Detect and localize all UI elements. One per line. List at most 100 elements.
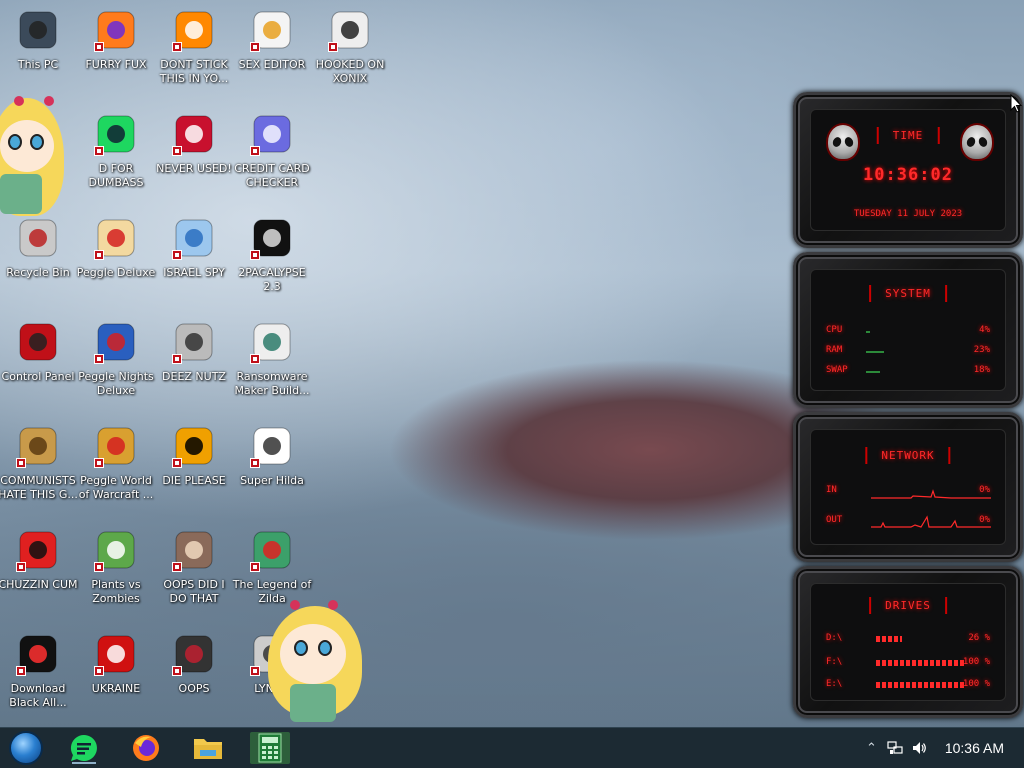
desktop-icon-hooked-on-xonix[interactable]: HOOKED ON XONIX <box>312 6 388 86</box>
desktop-icon-label: ISRAEL SPY <box>163 266 225 279</box>
shortcut-badge-icon <box>94 666 104 676</box>
desktop-icon-label: FURRY FUX <box>85 58 147 71</box>
desktop-icon-ransomware-maker-build[interactable]: Ransomware Maker Build... <box>234 318 310 398</box>
terminal-icon <box>248 214 296 262</box>
desktop-icon-plants-vs-zombies[interactable]: Plants vs Zombies <box>78 526 154 606</box>
swap-row: SWAP 18% <box>826 365 990 379</box>
desktop-icon-label: DONT STICK THIS IN YO... <box>159 58 229 85</box>
desktop-icon-label: Download Black All... <box>9 682 67 709</box>
desktop-icon-sex-editor[interactable]: SEX EDITOR <box>234 6 310 72</box>
desktop-icon-furry-fux[interactable]: FURRY FUX <box>78 6 154 72</box>
time-panel: TIME 10:36:02 TUESDAY 11 JULY 2023 <box>793 92 1023 248</box>
network-out-value: 0% <box>979 515 990 525</box>
desktop-icon-peggle-world-of-warcraft[interactable]: Peggle World of Warcraft ... <box>78 422 154 502</box>
desktop-icon-die-please[interactable]: DIE PLEASE <box>156 422 232 488</box>
shortcut-badge-icon <box>250 458 260 468</box>
xonix-icon <box>326 6 374 54</box>
desktop-icon-ukraine[interactable]: UKRAINE <box>78 630 154 696</box>
drive-f-row: F:\ 100 % <box>826 657 990 671</box>
desktop-icon-dont-stick-this-in-yo[interactable]: DONT STICK THIS IN YO... <box>156 6 232 86</box>
system-panel: SYSTEM CPU 4% RAM 23% SWAP 18% <box>793 252 1023 408</box>
desktop-icon-peggle-nights-deluxe[interactable]: Peggle Nights Deluxe <box>78 318 154 398</box>
system-tray: ⌃ 10:36 AM <box>866 728 1024 768</box>
cpu-value: 4% <box>979 325 990 335</box>
cpu-meter <box>866 331 870 333</box>
desktop-icon-super-hilda[interactable]: Super Hilda <box>234 422 310 488</box>
alien-head-icon <box>826 123 860 161</box>
network-icon[interactable] <box>887 740 903 756</box>
hxd-icon <box>248 6 296 54</box>
desktop-icon-label: UKRAINE <box>91 682 141 695</box>
shortcut-badge-icon <box>172 42 182 52</box>
desktop-icon-oops[interactable]: OOPS <box>156 630 232 696</box>
desktop-icon-label: DEEZ NUTZ <box>162 370 226 383</box>
alien-head-icon <box>960 123 994 161</box>
shortcut-badge-icon <box>250 562 260 572</box>
chevron-up-icon[interactable]: ⌃ <box>866 741 877 756</box>
desktop-icon-label: COMMUNISTS HATE THIS G... <box>0 474 78 501</box>
devcpp-icon <box>170 110 218 158</box>
desktop-icon-label: Super Hilda <box>240 474 304 487</box>
shortcut-badge-icon <box>250 42 260 52</box>
volume-icon[interactable] <box>911 740 927 756</box>
ram-value: 23% <box>973 345 990 355</box>
drive-d-value: 26 % <box>968 633 990 643</box>
desktop-icon-credit-card-checker[interactable]: CREDIT CARD CHECKER <box>234 110 310 190</box>
desktop-icon-deez-nutz[interactable]: DEEZ NUTZ <box>156 318 232 384</box>
shortcut-badge-icon <box>172 666 182 676</box>
drive-f-value: 100 % <box>962 657 990 667</box>
ram-label: RAM <box>826 345 843 355</box>
shortcut-badge-icon <box>16 666 26 676</box>
desktop-icon-never-used[interactable]: NEVER USED! <box>156 110 232 176</box>
taskbar-clock[interactable]: 10:36 AM <box>945 740 1004 756</box>
radiation-icon <box>92 630 140 678</box>
desktop-icon-label: Recycle Bin <box>6 266 70 279</box>
desktop-icon-d-for-dumbass[interactable]: D FOR DUMBASS <box>78 110 154 190</box>
peggle-nights-icon <box>92 318 140 366</box>
desktop-icon-israel-spy[interactable]: ISRAEL SPY <box>156 214 232 280</box>
desktop-icon-label: CREDIT CARD CHECKER <box>234 162 310 189</box>
ram-row: RAM 23% <box>826 345 990 359</box>
drive-e-label: E:\ <box>826 679 843 689</box>
desktop-icon-control-panel[interactable]: Control Panel <box>0 318 76 384</box>
system-title: SYSTEM <box>869 285 947 302</box>
desktop-icon-oops-did-i-do-that[interactable]: OOPS DID I DO THAT <box>156 526 232 606</box>
desktop-icon-peggle-deluxe[interactable]: Peggle Deluxe <box>77 214 155 280</box>
desktop-icon-label: DIE PLEASE <box>162 474 226 487</box>
drive-d-bar <box>876 636 902 642</box>
taskbar-file-explorer-button[interactable] <box>188 732 228 764</box>
mouse-cursor-icon <box>1010 94 1022 113</box>
taskbar-firefox-button[interactable] <box>126 732 166 764</box>
desktop-icon-label: OOPS DID I DO THAT <box>163 578 225 605</box>
cpu-label: CPU <box>826 325 843 335</box>
desktop-icon-label: Peggle Nights Deluxe <box>78 370 154 397</box>
shortcut-badge-icon <box>250 250 260 260</box>
character-sticker-bottom <box>264 600 364 728</box>
shortcut-badge-icon <box>172 146 182 156</box>
desktop-icon-2pacalypse-2-3[interactable]: 2PACALYPSE 2.3 <box>234 214 310 294</box>
network-out-label: OUT <box>826 515 843 525</box>
time-title: TIME <box>876 127 940 144</box>
desktop-icon-the-legend-of-zilda[interactable]: The Legend of Zilda <box>233 526 311 606</box>
shortcut-badge-icon <box>94 354 104 364</box>
shortcut-badge-icon <box>94 42 104 52</box>
desktop-icon-this-pc[interactable]: This PC <box>0 6 76 72</box>
drive-d-row: D:\ 26 % <box>826 633 990 647</box>
start-button[interactable] <box>6 731 46 765</box>
desktop-icon-communists-hate-this-g[interactable]: COMMUNISTS HATE THIS G... <box>0 422 78 502</box>
desktop-icon-download-black-all[interactable]: Download Black All... <box>0 630 76 710</box>
time-clock: 10:36:02 <box>863 165 953 185</box>
taskbar-dumbass-button[interactable] <box>64 732 104 764</box>
drives-title: DRIVES <box>869 597 947 614</box>
drive-d-label: D:\ <box>826 633 843 643</box>
taskbar: ⌃ 10:36 AM <box>0 727 1024 768</box>
shortcut-badge-icon <box>94 146 104 156</box>
taskbar-calculator-button[interactable] <box>250 732 290 764</box>
network-out-row: OUT 0% <box>826 515 991 529</box>
network-in-row: IN 0% <box>826 485 991 499</box>
desktop-icon-chuzzin-cum[interactable]: CHUZZIN CUM <box>0 526 78 592</box>
portrait-icon <box>170 526 218 574</box>
swap-meter <box>866 371 880 373</box>
chuzzle-icon <box>14 526 62 574</box>
dumbass-icon <box>92 110 140 158</box>
